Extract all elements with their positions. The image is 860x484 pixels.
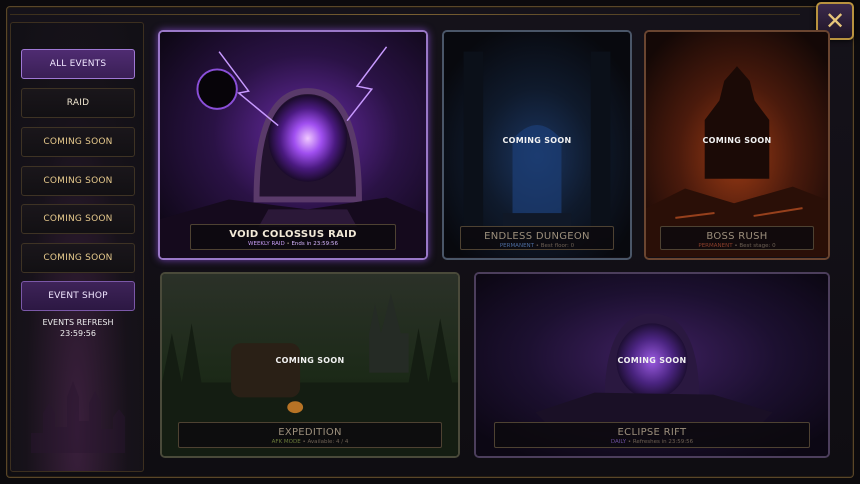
separator-dot-icon: • (535, 243, 540, 249)
event-card-endless-dungeon[interactable]: COMING SOON ENDLESS DUNGEON PERMANENT • … (442, 30, 632, 260)
sidebar-item-coming-soon-2[interactable]: COMING SOON (21, 166, 135, 196)
separator-dot-icon: • (627, 439, 632, 445)
refresh-countdown: 23:59:56 (60, 329, 96, 338)
event-title: ENDLESS DUNGEON (484, 231, 590, 242)
sidebar-item-label: COMING SOON (43, 176, 113, 186)
event-subtitle: PERMANENT • Best floor: 0 (461, 243, 613, 249)
event-shop-button[interactable]: EVENT SHOP (21, 281, 135, 311)
event-type: PERMANENT (698, 243, 733, 249)
event-title-plate: ENDLESS DUNGEON PERMANENT • Best floor: … (460, 226, 614, 250)
event-subtitle: DAILY • Refreshes in 23:59:56 (495, 439, 809, 445)
event-title-plate: EXPEDITION AFK MODE • Available: 4 / 4 (178, 422, 442, 448)
event-stat: Best floor: 0 (540, 243, 575, 249)
event-card-void-colossus-raid[interactable]: VOID COLOSSUS RAID WEEKLY RAID • Ends in… (158, 30, 428, 260)
separator-dot-icon: • (734, 243, 738, 249)
event-subtitle: AFK MODE • Available: 4 / 4 (179, 439, 441, 445)
event-type: PERMANENT (499, 243, 535, 249)
sidebar-item-coming-soon-4[interactable]: COMING SOON (21, 243, 135, 273)
separator-dot-icon: • (302, 439, 306, 445)
coming-soon-overlay: COMING SOON (617, 356, 687, 365)
event-shop-label: EVENT SHOP (48, 291, 108, 301)
event-card-expedition[interactable]: COMING SOON EXPEDITION AFK MODE • Availa… (160, 272, 460, 458)
sidebar: ALL EVENTS RAID COMING SOON COMING SOON … (10, 22, 144, 472)
event-subtitle: PERMANENT • Best stage: 0 (661, 243, 813, 249)
event-title-plate: VOID COLOSSUS RAID WEEKLY RAID • Ends in… (190, 224, 396, 250)
coming-soon-overlay: COMING SOON (275, 356, 345, 365)
event-stat: Best stage: 0 (739, 243, 776, 249)
events-refresh-timer: EVENTS REFRESH 23:59:56 (11, 317, 145, 339)
event-type: WEEKLY RAID (248, 241, 285, 247)
event-title-plate: ECLIPSE RIFT DAILY • Refreshes in 23:59:… (494, 422, 810, 448)
event-card-eclipse-rift[interactable]: COMING SOON ECLIPSE RIFT DAILY • Refresh… (474, 272, 830, 458)
event-stat: Available: 4 / 4 (307, 439, 349, 445)
sidebar-item-label: ALL EVENTS (49, 59, 107, 69)
event-timer: Refreshes in 23:59:56 (632, 439, 694, 445)
separator-dot-icon: • (286, 241, 290, 247)
sidebar-item-coming-soon-3[interactable]: COMING SOON (21, 204, 135, 234)
coming-soon-overlay: COMING SOON (702, 136, 772, 145)
event-timer: Ends in 23:59:56 (291, 241, 338, 247)
sidebar-item-raid[interactable]: RAID (21, 88, 135, 118)
sidebar-item-label: COMING SOON (43, 253, 113, 263)
sidebar-item-label: COMING SOON (43, 137, 113, 147)
sidebar-item-label: RAID (66, 98, 90, 108)
event-card-boss-rush[interactable]: COMING SOON BOSS RUSH PERMANENT • Best s… (644, 30, 830, 260)
events-grid: VOID COLOSSUS RAID WEEKLY RAID • Ends in… (150, 22, 840, 472)
event-type: DAILY (610, 439, 627, 445)
event-subtitle: WEEKLY RAID • Ends in 23:59:56 (191, 241, 395, 247)
event-title: BOSS RUSH (706, 231, 768, 242)
coming-soon-overlay: COMING SOON (502, 136, 572, 145)
refresh-label: EVENTS REFRESH (42, 318, 114, 327)
sidebar-item-all-events[interactable]: ALL EVENTS (21, 49, 135, 79)
castle-silhouette-icon (31, 381, 125, 453)
sidebar-item-label: COMING SOON (43, 214, 113, 224)
event-title-plate: BOSS RUSH PERMANENT • Best stage: 0 (660, 226, 814, 250)
event-title: EXPEDITION (278, 427, 342, 438)
event-title: VOID COLOSSUS RAID (229, 229, 357, 240)
sidebar-item-coming-soon-1[interactable]: COMING SOON (21, 127, 135, 157)
event-type: AFK MODE (271, 439, 301, 445)
top-divider (10, 14, 800, 15)
event-title: ECLIPSE RIFT (617, 427, 687, 438)
